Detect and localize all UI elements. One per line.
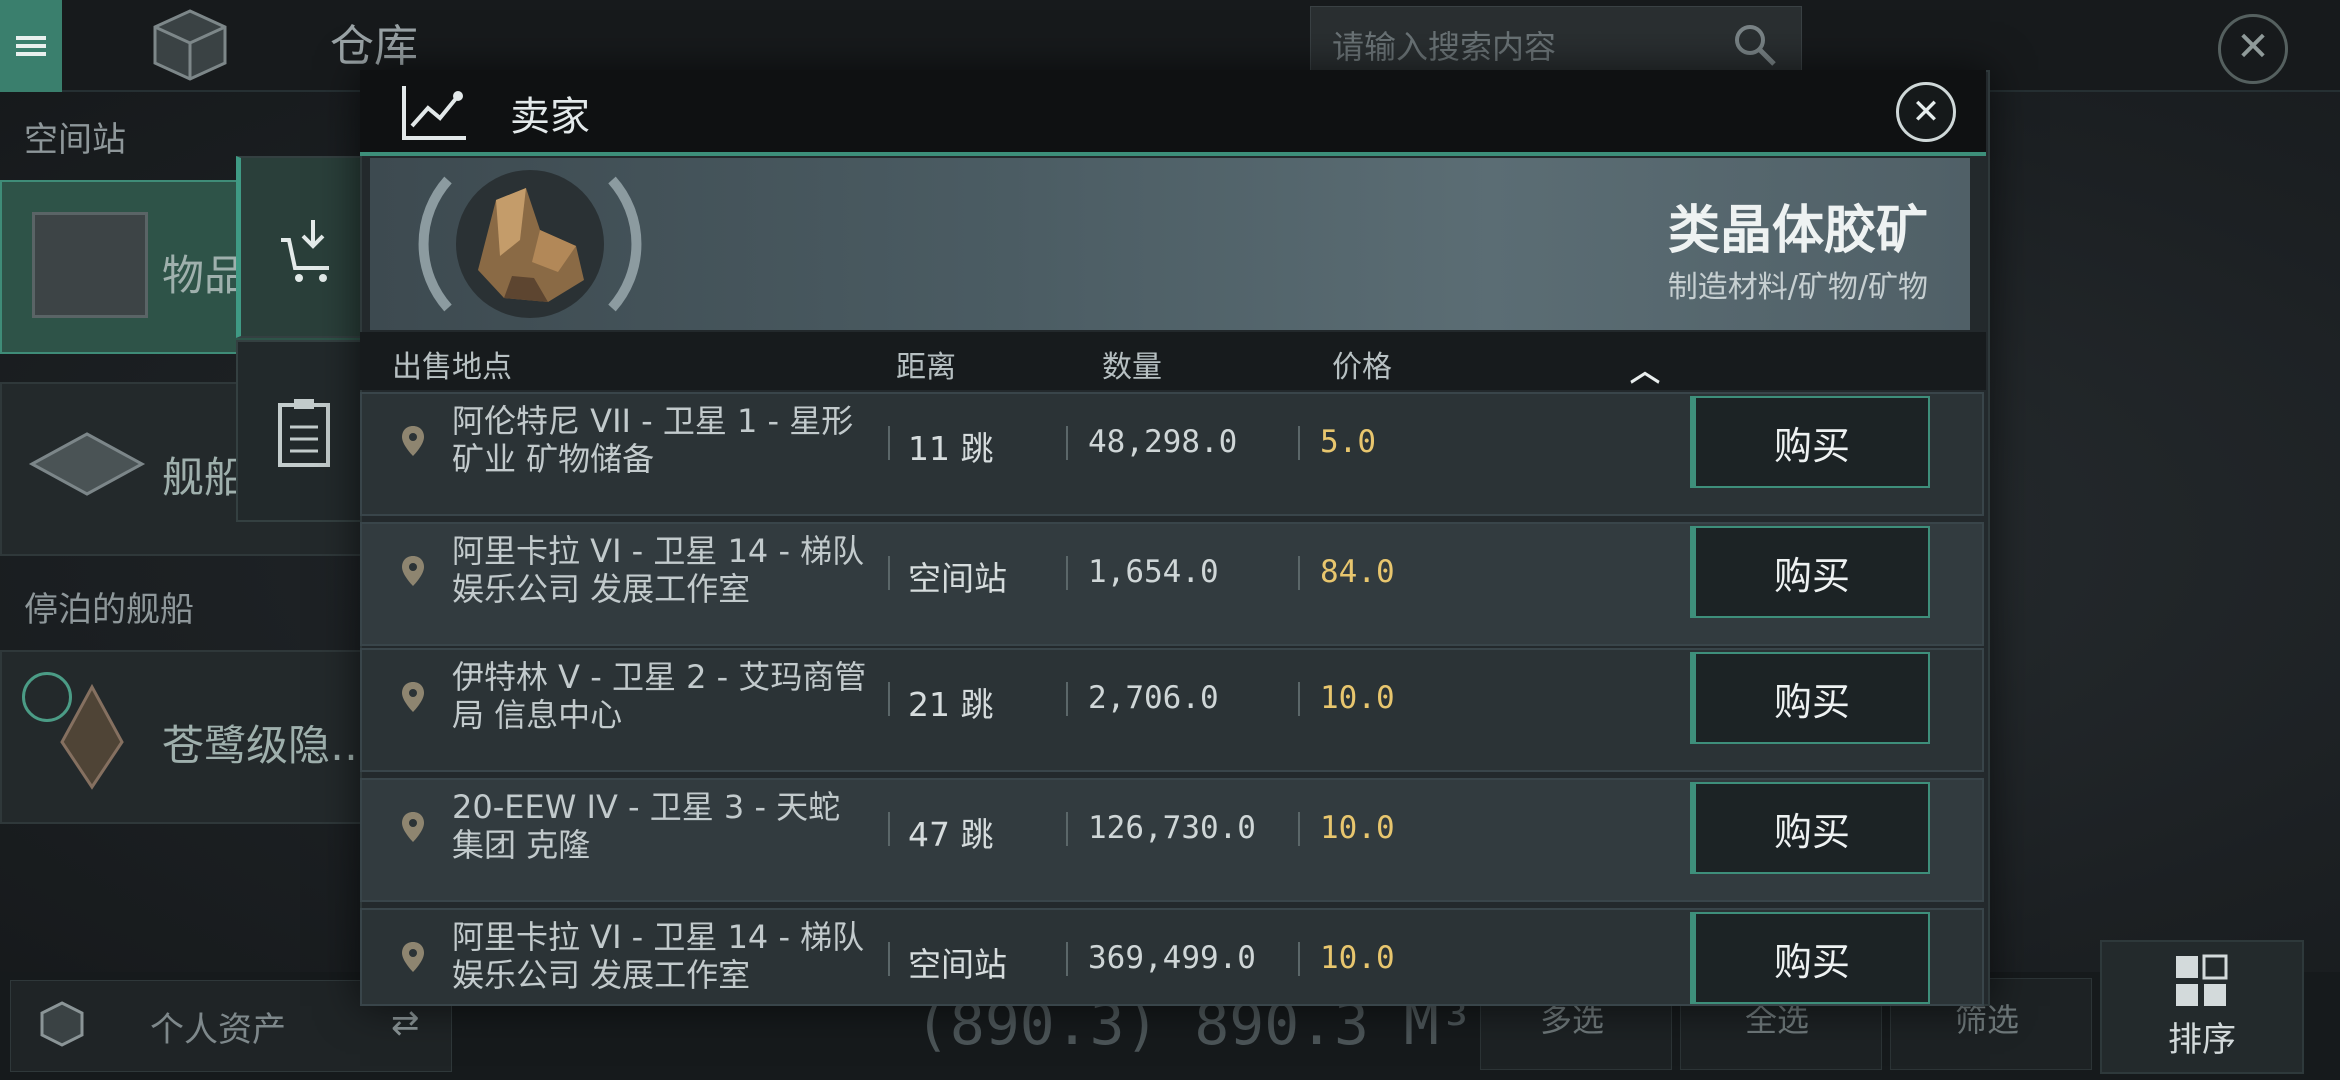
column-divider <box>888 812 890 846</box>
col-location[interactable]: 出售地点 <box>392 342 512 386</box>
col-distance[interactable]: 距离 <box>896 342 956 386</box>
column-divider <box>888 556 890 590</box>
download-cart-icon <box>277 216 337 286</box>
location-text: 阿伦特尼 VII - 卫星 1 - 星形矿业 矿物储备 <box>452 402 854 478</box>
sidebar-item-docked-ship[interactable]: 苍鹭级隐… <box>0 650 384 824</box>
item-thumbnail <box>408 160 652 328</box>
menu-button[interactable] <box>0 0 62 92</box>
chevron-up-icon[interactable]: ︿ <box>1630 346 1660 390</box>
location-pin-icon <box>400 424 426 458</box>
clipboard-icon <box>276 397 332 469</box>
cube-icon <box>37 999 87 1049</box>
table-header <box>360 332 1986 390</box>
quantity-value: 369,499.0 <box>1088 940 1256 976</box>
quantity-value: 126,730.0 <box>1088 810 1256 846</box>
item-category: 制造材料/矿物/矿物 <box>1667 270 1928 305</box>
distance-value: 47 跳 <box>908 815 994 854</box>
buy-button[interactable]: 购买 <box>1690 526 1930 618</box>
tab-sellers[interactable] <box>236 156 369 338</box>
dialog-header <box>360 70 1986 156</box>
price-value: 84.0 <box>1320 554 1395 590</box>
location-text: 伊特林 V - 卫星 2 - 艾玛商管局 信息中心 <box>452 658 867 734</box>
location-pin-icon <box>400 680 426 714</box>
assets-label: 个人资产 <box>150 1010 286 1050</box>
location-text: 阿里卡拉 VI - 卫星 14 - 梯队娱乐公司 发展工作室 <box>452 918 865 994</box>
quantity-value: 48,298.0 <box>1088 424 1238 460</box>
column-divider <box>1298 942 1300 976</box>
price-value: 10.0 <box>1320 680 1395 716</box>
buy-button[interactable]: 购买 <box>1690 652 1930 744</box>
section-docked: 停泊的舰船 <box>24 590 194 630</box>
column-divider <box>1066 426 1068 460</box>
close-icon[interactable]: ✕ <box>2218 14 2288 84</box>
location-pin-icon <box>400 810 426 844</box>
column-divider <box>888 682 890 716</box>
column-divider <box>1066 682 1068 716</box>
col-price[interactable]: 价格 <box>1332 342 1392 386</box>
chart-icon <box>400 82 470 142</box>
column-divider <box>888 942 890 976</box>
distance-value: 11 跳 <box>908 429 994 468</box>
close-button[interactable]: ✕ <box>1896 82 1956 142</box>
col-quantity[interactable]: 数量 <box>1102 342 1162 386</box>
location-text: 阿里卡拉 VI - 卫星 14 - 梯队娱乐公司 发展工作室 <box>452 532 865 608</box>
warehouse-title: 仓库 <box>330 21 418 72</box>
column-divider <box>1066 556 1068 590</box>
close-icon: ✕ <box>1911 92 1941 132</box>
location-pin-icon <box>400 940 426 974</box>
location-pin-icon <box>400 554 426 588</box>
buy-button[interactable]: 购买 <box>1690 396 1930 488</box>
dialog-title: 卖家 <box>510 94 590 140</box>
distance-value: 空间站 <box>908 559 1007 598</box>
buy-button[interactable]: 购买 <box>1690 912 1930 1004</box>
tab-orders[interactable] <box>236 340 366 522</box>
column-divider <box>1298 812 1300 846</box>
sort-label: 排序 <box>2168 1020 2236 1060</box>
search-placeholder: 请输入搜索内容 <box>1332 28 1557 66</box>
location-text: 20-EEW IV - 卫星 3 - 天蛇集团 克隆 <box>452 788 841 864</box>
section-station: 空间站 <box>24 120 126 160</box>
ship-icon <box>42 682 142 792</box>
column-divider <box>1298 556 1300 590</box>
distance-value: 21 跳 <box>908 685 994 724</box>
price-value: 5.0 <box>1320 424 1376 460</box>
column-divider <box>1298 682 1300 716</box>
column-divider <box>888 426 890 460</box>
column-divider <box>1298 426 1300 460</box>
grid-icon <box>2174 954 2228 1008</box>
item-name: 类晶体胶矿 <box>1667 201 1928 261</box>
swap-icon[interactable]: ⇄ <box>391 1003 431 1043</box>
warehouse-cube-icon <box>100 2 280 88</box>
search-icon[interactable] <box>1730 20 1780 70</box>
crate-icon <box>32 212 148 318</box>
hamburger-icon <box>16 32 46 60</box>
quantity-value: 1,654.0 <box>1088 554 1219 590</box>
price-value: 10.0 <box>1320 810 1395 846</box>
distance-value: 空间站 <box>908 945 1007 984</box>
sidebar-item-label: 苍鹭级隐… <box>162 721 373 770</box>
ship-icon <box>22 424 152 504</box>
sidebar-item-label: 舰船 <box>162 453 247 502</box>
sidebar-item-label: 物品 <box>162 251 247 300</box>
quantity-value: 2,706.0 <box>1088 680 1219 716</box>
price-value: 10.0 <box>1320 940 1395 976</box>
column-divider <box>1066 812 1068 846</box>
buy-button[interactable]: 购买 <box>1690 782 1930 874</box>
column-divider <box>1066 942 1068 976</box>
